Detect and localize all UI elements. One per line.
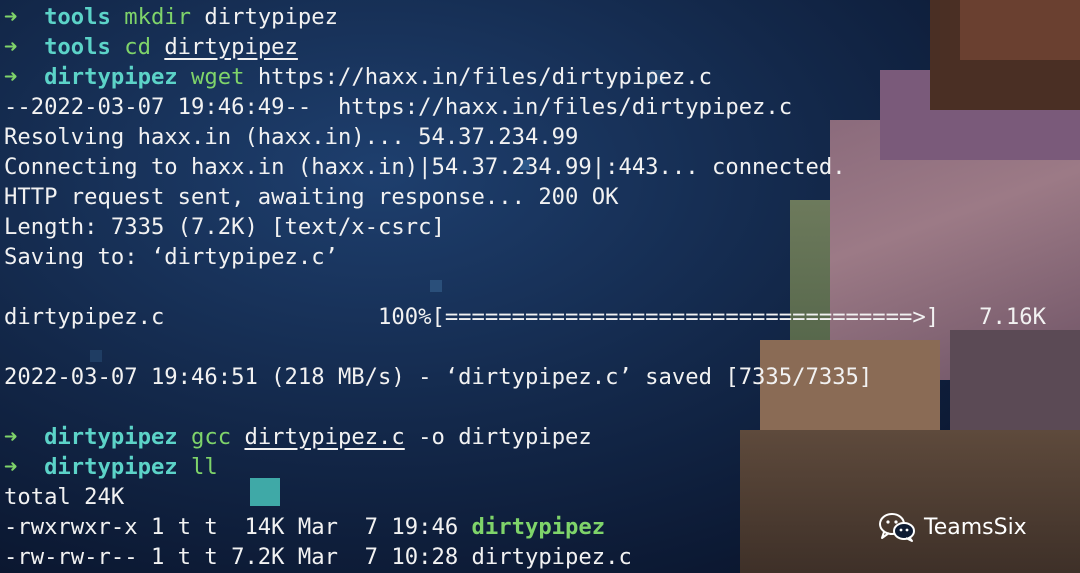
prompt-directory: dirtypipez (44, 64, 178, 90)
output-line: Connecting to haxx.in (haxx.in)|54.37.23… (4, 154, 846, 180)
file-listing-row: -rw-rw-r-- 1 t t 7.2K Mar 7 10:28 dirtyp… (4, 542, 1080, 572)
prompt-line: ➜ dirtypipez wget https://haxx.in/files/… (4, 62, 1080, 92)
command-args: dirtypipez (204, 4, 338, 30)
command-name: gcc (191, 424, 232, 450)
prompt-directory: dirtypipez (44, 424, 178, 450)
prompt-directory: dirtypipez (44, 454, 178, 480)
output-line: Length: 7335 (7.2K) [text/x-csrc] (4, 214, 445, 240)
prompt-line: ➜ tools mkdir dirtypipez (4, 2, 1080, 32)
file-name: dirtypipez.c (471, 544, 632, 570)
prompt-line: ➜ dirtypipez ll (4, 452, 1080, 482)
prompt-arrow-icon: ➜ (4, 64, 18, 90)
prompt-directory: tools (44, 4, 111, 30)
file-permissions: -rw-rw-r-- 1 t t 7.2K Mar 7 10:28 (4, 544, 472, 570)
file-permissions: -rwxrwxr-x 1 t t 14K Mar 7 19:46 (4, 514, 472, 540)
prompt-line: ➜ tools cd dirtypipez (4, 32, 1080, 62)
watermark: TeamsSix (878, 510, 1027, 544)
prompt-directory: tools (44, 34, 111, 60)
file-name: dirtypipez (471, 514, 606, 540)
watermark-text: TeamsSix (924, 514, 1027, 540)
command-name: ll (191, 454, 218, 480)
command-name: mkdir (124, 4, 192, 30)
download-progress-line: dirtypipez.c 100%[======================… (4, 304, 1046, 330)
output-line: total 24K (4, 484, 125, 510)
prompt-arrow-icon: ➜ (4, 454, 18, 480)
output-line: Resolving haxx.in (haxx.in)... 54.37.234… (4, 124, 579, 150)
command-args: -o dirtypipez (404, 424, 592, 450)
prompt-line: ➜ dirtypipez gcc dirtypipez.c -o dirtypi… (4, 422, 1080, 452)
output-line: --2022-03-07 19:46:49-- https://haxx.in/… (4, 94, 793, 120)
terminal-output[interactable]: ➜ tools mkdir dirtypipez ➜ tools cd dirt… (4, 2, 1080, 572)
output-line: HTTP request sent, awaiting response... … (4, 184, 619, 210)
prompt-arrow-icon: ➜ (4, 424, 18, 450)
output-line: 2022-03-07 19:46:51 (218 MB/s) - ‘dirtyp… (4, 364, 873, 390)
prompt-arrow-icon: ➜ (4, 4, 18, 30)
wechat-icon (878, 512, 916, 542)
command-args: https://haxx.in/files/dirtypipez.c (257, 64, 713, 90)
command-name: cd (124, 34, 151, 60)
command-args: dirtypipez (164, 34, 298, 60)
command-file-arg: dirtypipez.c (244, 424, 405, 450)
output-line: Saving to: ‘dirtypipez.c’ (4, 244, 338, 270)
command-name: wget (191, 64, 245, 90)
prompt-arrow-icon: ➜ (4, 34, 18, 60)
